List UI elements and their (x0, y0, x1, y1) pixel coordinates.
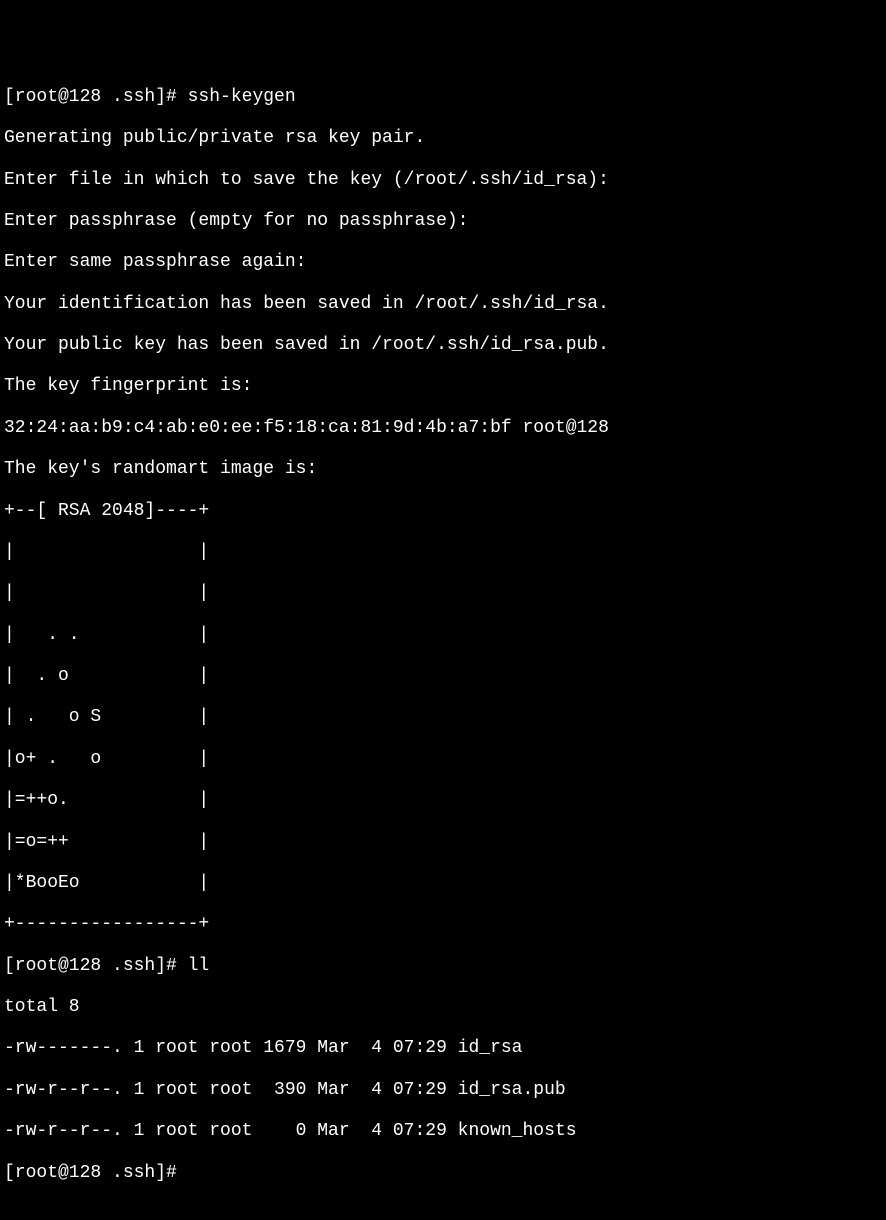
terminal-line: | . o S | (4, 707, 882, 728)
terminal-line: |=o=++ | (4, 832, 882, 853)
terminal-line: [root@128 .ssh]# ll (4, 956, 882, 977)
terminal-line: The key fingerprint is: (4, 376, 882, 397)
terminal-line: |=++o. | (4, 790, 882, 811)
terminal-line: Enter file in which to save the key (/ro… (4, 170, 882, 191)
terminal-line: Enter passphrase (empty for no passphras… (4, 211, 882, 232)
terminal-line: |o+ . o | (4, 749, 882, 770)
terminal-line: | | (4, 583, 882, 604)
terminal-line: [root@128 .ssh]# ssh-keygen (4, 87, 882, 108)
terminal-line: [root@128 .ssh]# (4, 1163, 882, 1184)
terminal-line: | . o | (4, 666, 882, 687)
terminal-line: total 8 (4, 997, 882, 1018)
terminal-line: -rw-r--r--. 1 root root 0 Mar 4 07:29 kn… (4, 1121, 882, 1142)
terminal-line: -rw-r--r--. 1 root root 390 Mar 4 07:29 … (4, 1080, 882, 1101)
terminal-line: | . . | (4, 625, 882, 646)
terminal-line: Your public key has been saved in /root/… (4, 335, 882, 356)
terminal-line: +-----------------+ (4, 914, 882, 935)
terminal-line: |*BooEo | (4, 873, 882, 894)
terminal-line: The key's randomart image is: (4, 459, 882, 480)
terminal-line: Your identification has been saved in /r… (4, 294, 882, 315)
terminal-line: -rw-------. 1 root root 1679 Mar 4 07:29… (4, 1038, 882, 1059)
terminal-line: Generating public/private rsa key pair. (4, 128, 882, 149)
terminal-line: | | (4, 542, 882, 563)
terminal-line: +--[ RSA 2048]----+ (4, 501, 882, 522)
terminal-line: 32:24:aa:b9:c4:ab:e0:ee:f5:18:ca:81:9d:4… (4, 418, 882, 439)
terminal-line: Enter same passphrase again: (4, 252, 882, 273)
